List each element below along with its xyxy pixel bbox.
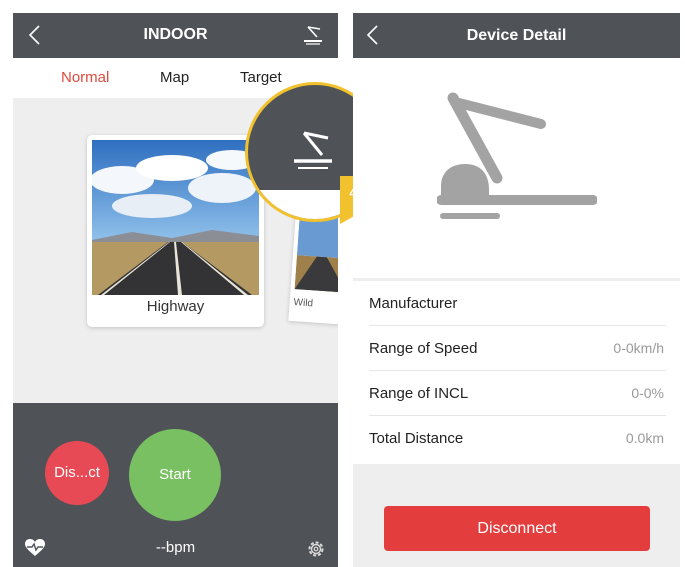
back-chevron-icon[interactable] xyxy=(365,24,381,46)
detail-label: Range of INCL xyxy=(369,385,469,402)
detail-label: Total Distance xyxy=(369,430,464,447)
detail-row-speed: Range of Speed 0-0km/h xyxy=(353,326,680,371)
start-button[interactable]: Start xyxy=(129,429,221,521)
highway-scene-image xyxy=(92,140,259,295)
treadmill-icon xyxy=(437,92,597,219)
treadmill-icon[interactable] xyxy=(302,25,324,45)
gear-icon[interactable] xyxy=(306,539,326,559)
device-detail-screen: Device Detail Manufacturer Range of Spee… xyxy=(353,13,680,567)
scene-card-wild[interactable]: Wild xyxy=(288,211,338,325)
detail-row-incline: Range of INCL 0-0% xyxy=(353,371,680,416)
tab-normal[interactable]: Normal xyxy=(61,58,109,98)
detail-value: 0-0km/h xyxy=(613,340,664,356)
treadmill-icon-enlarged xyxy=(294,131,332,169)
device-detail-header: Device Detail xyxy=(353,13,680,58)
tab-target[interactable]: Target xyxy=(240,58,282,98)
device-details-list: Manufacturer Range of Speed 0-0km/h Rang… xyxy=(353,281,680,464)
scene-label: Highway xyxy=(146,298,205,315)
control-bar: Dis...ct Start --bpm xyxy=(13,403,338,567)
indoor-header: INDOOR xyxy=(13,13,338,58)
disconnect-circle-button[interactable]: Dis...ct xyxy=(45,441,109,505)
detail-row-manufacturer: Manufacturer xyxy=(353,281,680,326)
tab-map[interactable]: Map xyxy=(160,58,189,98)
device-detail-title: Device Detail xyxy=(466,27,567,44)
device-illustration-area xyxy=(353,58,680,278)
detail-value: 0.0km xyxy=(625,430,664,446)
heart-rate-readout: --bpm xyxy=(155,539,196,556)
detail-label: Manufacturer xyxy=(369,295,458,312)
indoor-title: INDOOR xyxy=(143,26,208,43)
scene-label-wild: Wild xyxy=(293,297,314,310)
detail-value: 0-0% xyxy=(631,385,664,401)
wild-scene-image xyxy=(294,215,338,293)
scene-card-highway[interactable]: Highway xyxy=(87,135,264,327)
disconnect-button[interactable]: Disconnect xyxy=(384,506,650,551)
detail-label: Range of Speed xyxy=(369,340,478,357)
back-chevron-icon[interactable] xyxy=(27,24,43,46)
detail-row-distance: Total Distance 0.0km xyxy=(353,416,680,461)
